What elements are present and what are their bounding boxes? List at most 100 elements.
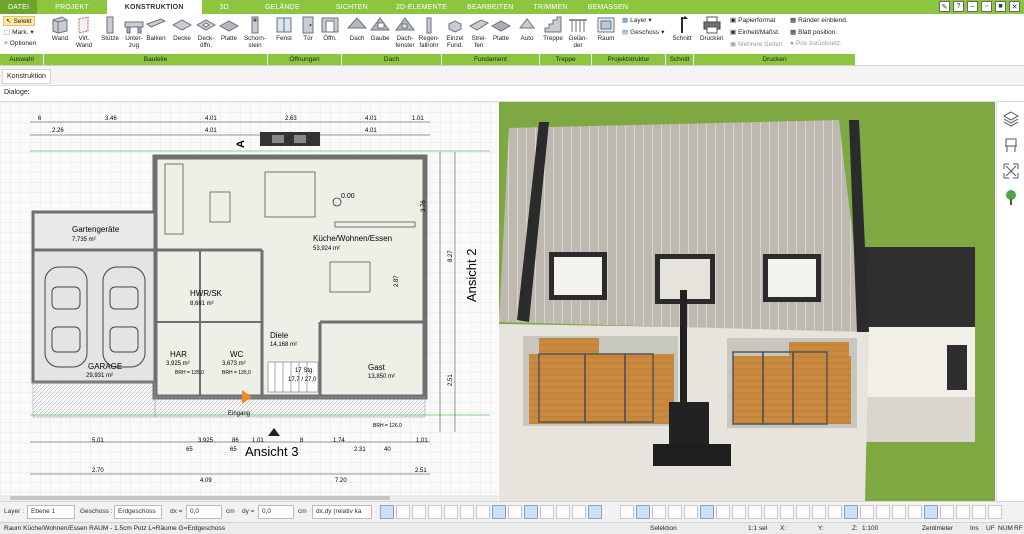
auto-button[interactable]: Auto: [517, 16, 537, 42]
hatch-icon[interactable]: [428, 505, 442, 519]
tool-13-icon[interactable]: [812, 505, 826, 519]
layer-button[interactable]: ▦ Layer ▾: [622, 16, 652, 25]
tab-konstruktion-view[interactable]: Konstruktion: [2, 69, 51, 84]
tool-24-icon[interactable]: [988, 505, 1002, 519]
tab-sichten[interactable]: SICHTEN: [318, 0, 386, 14]
tool-20-icon[interactable]: [924, 505, 938, 519]
decke-button[interactable]: Decke: [172, 16, 192, 42]
tool-4-icon[interactable]: [668, 505, 682, 519]
tab-konstruktion[interactable]: KONSTRUKTION: [106, 0, 202, 14]
tab-3d[interactable]: 3D: [202, 0, 247, 14]
wall-snap-icon[interactable]: [396, 505, 410, 519]
wand-button[interactable]: Wand: [50, 16, 70, 42]
close-icon[interactable]: ✕: [1009, 1, 1020, 12]
layer-select[interactable]: Ebene 1: [27, 505, 75, 519]
tool-12-icon[interactable]: [796, 505, 810, 519]
regenfallrohr-button[interactable]: Regen- fallrohr: [415, 16, 443, 49]
balken-button[interactable]: Balken: [146, 16, 166, 42]
plan-scrollbar-thumb[interactable]: [10, 496, 390, 500]
tab-gelaende[interactable]: GELÄNDE: [247, 0, 318, 14]
dachfenster-button[interactable]: Dach- fenster: [393, 16, 417, 49]
tab-datei[interactable]: DATEI: [0, 0, 38, 14]
tab-2d-elemente[interactable]: 2D-ELEMENTE: [386, 0, 457, 14]
3d-view[interactable]: [499, 102, 995, 501]
north-icon[interactable]: [588, 505, 602, 519]
snap-icon[interactable]: [380, 505, 394, 519]
platte-button[interactable]: Platte: [219, 16, 239, 42]
tool-2-icon[interactable]: [636, 505, 650, 519]
number-icon[interactable]: [476, 505, 490, 519]
gaube-button[interactable]: Gaube: [370, 16, 390, 42]
tool-15-icon[interactable]: [844, 505, 858, 519]
restore-icon[interactable]: ▫: [981, 1, 992, 12]
tab-projekt[interactable]: PROJEKT: [37, 0, 107, 14]
tool-17-icon[interactable]: [876, 505, 890, 519]
tab-bearbeiten[interactable]: BEARBEITEN: [457, 0, 523, 14]
mehrere-seiten-button[interactable]: ▣ Mehrere Seiten: [730, 40, 783, 49]
3d-canvas[interactable]: [499, 102, 995, 501]
tool-16-icon[interactable]: [860, 505, 874, 519]
gelaender-button[interactable]: Gelän- der: [566, 16, 590, 49]
surface-icon[interactable]: [572, 505, 586, 519]
line-icon[interactable]: [412, 505, 426, 519]
geschoss-select[interactable]: Erdgeschoss: [114, 505, 162, 519]
mirror-icon[interactable]: [556, 505, 570, 519]
virt-wand-button[interactable]: Virt. Wand: [74, 16, 94, 49]
tool-21-icon[interactable]: [940, 505, 954, 519]
fenst-button[interactable]: Fenst: [274, 16, 294, 42]
geschoss-button[interactable]: ▤ Geschoss ▾: [622, 28, 664, 37]
einheit-button[interactable]: ▣ Einheit/Maßst.: [730, 28, 780, 37]
drucken-button[interactable]: Drucken: [700, 16, 723, 42]
tab-bemassen[interactable]: BEMASSEN: [578, 0, 639, 14]
pos-reset-button[interactable]: ● Pos zurücksetz.: [790, 40, 842, 47]
expand-icon[interactable]: [1002, 162, 1020, 180]
tool-6-icon[interactable]: [700, 505, 714, 519]
tool-23-icon[interactable]: [972, 505, 986, 519]
frame-icon[interactable]: [508, 505, 522, 519]
schornstein-button[interactable]: Schorn- stein: [242, 16, 268, 49]
tool-5-icon[interactable]: [684, 505, 698, 519]
tool-10-icon[interactable]: [764, 505, 778, 519]
chair-icon[interactable]: [1002, 136, 1020, 154]
einzelfund-button[interactable]: Einzel Fund.: [444, 16, 466, 49]
help-icon[interactable]: ?: [953, 1, 964, 12]
window-icon[interactable]: ■: [995, 1, 1006, 12]
blatt-button[interactable]: ▦ Blatt position.: [790, 28, 837, 37]
curve-icon[interactable]: [540, 505, 554, 519]
tool-18-icon[interactable]: [892, 505, 906, 519]
stuetze-button[interactable]: Stütze: [100, 16, 120, 42]
tree-icon[interactable]: [1002, 188, 1020, 206]
platte2-button[interactable]: Platte: [491, 16, 511, 42]
tool-11-icon[interactable]: [780, 505, 794, 519]
settings-icon[interactable]: ✎: [939, 1, 950, 12]
mode-select[interactable]: dx,dy (relativ ka: [312, 505, 372, 519]
minimize-icon[interactable]: –: [967, 1, 978, 12]
tool-7-icon[interactable]: [716, 505, 730, 519]
tool-14-icon[interactable]: [828, 505, 842, 519]
cube-icon[interactable]: [524, 505, 538, 519]
oeffn-button[interactable]: Öffn.: [320, 16, 340, 42]
dy-input[interactable]: 0,0: [258, 505, 294, 519]
tool-22-icon[interactable]: [956, 505, 970, 519]
text-icon[interactable]: [460, 505, 474, 519]
deckoeffn-button[interactable]: Deck- öffn.: [194, 16, 218, 49]
streifen-button[interactable]: Strei- fen: [468, 16, 490, 49]
dach-button[interactable]: Dach: [347, 16, 367, 42]
raender-button[interactable]: ▦ Ränder einblend.: [790, 16, 848, 25]
papierformat-button[interactable]: ▣ Papierformat: [730, 16, 775, 25]
tool-3-icon[interactable]: [652, 505, 666, 519]
tool-1-icon[interactable]: [620, 505, 634, 519]
tool-19-icon[interactable]: [908, 505, 922, 519]
mark-button[interactable]: ⬚ Mark. ▾: [4, 28, 34, 37]
schnitt-button[interactable]: Schnitt: [672, 16, 692, 42]
select-button[interactable]: ↖ Selekt: [3, 16, 35, 26]
options-button[interactable]: + Optionen: [4, 40, 36, 47]
unterzug-button[interactable]: Unter- zug: [122, 16, 146, 49]
fill-icon[interactable]: [492, 505, 506, 519]
treppe-button[interactable]: Treppe: [543, 16, 563, 42]
dx-input[interactable]: 0,0: [186, 505, 222, 519]
floor-plan-view[interactable]: 6 3.46 4.01 2.63 4.01 1.01 2.26 4.01 4.0…: [0, 102, 498, 501]
raum-button[interactable]: Raum: [596, 16, 616, 42]
floor-plan-canvas[interactable]: 6 3.46 4.01 2.63 4.01 1.01 2.26 4.01 4.0…: [0, 102, 498, 501]
tool-9-icon[interactable]: [748, 505, 762, 519]
